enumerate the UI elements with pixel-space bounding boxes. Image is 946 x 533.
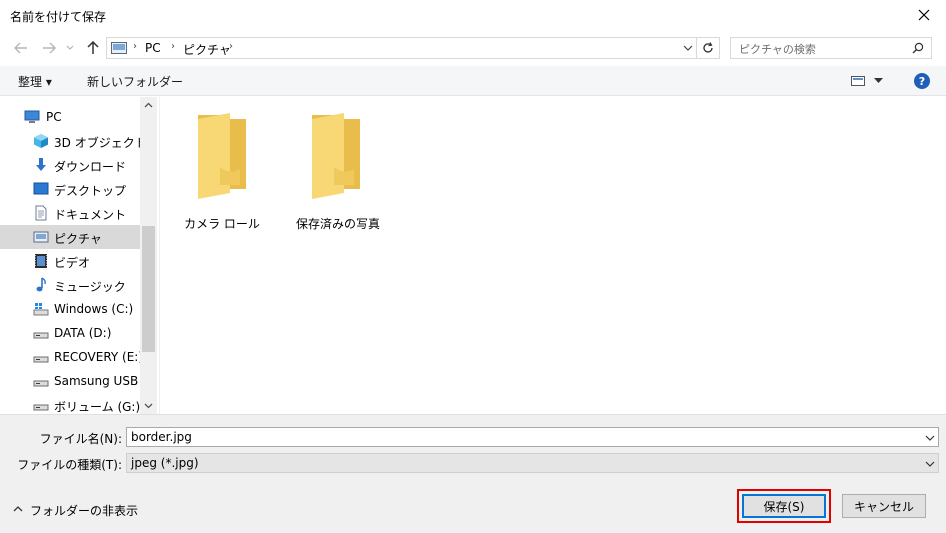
pictures-icon	[111, 42, 127, 54]
back-button[interactable]	[10, 38, 32, 58]
nav-item-music[interactable]: ミュージック	[0, 273, 140, 297]
nav-item-pictures[interactable]: ピクチャ	[0, 225, 140, 249]
chevron-down-icon[interactable]	[144, 403, 153, 409]
up-button[interactable]	[82, 38, 104, 58]
search-input[interactable]: ピクチャの検索	[730, 37, 932, 59]
arrow-left-icon	[14, 42, 27, 54]
scrollbar-thumb[interactable]	[142, 226, 155, 352]
nav-item-label: ビデオ	[54, 256, 91, 270]
nav-item-label: 3D オブジェクト	[54, 136, 147, 150]
folder-icon	[198, 113, 246, 199]
nav-item-label: ダウンロード	[54, 160, 127, 174]
filetype-value: jpeg (*.jpg)	[131, 456, 199, 470]
computer-icon	[24, 110, 40, 123]
nav-item-documents[interactable]: ドキュメント	[0, 201, 140, 225]
nav-item-downloads[interactable]: ダウンロード	[0, 153, 140, 177]
nav-item-label: ドキュメント	[54, 208, 127, 222]
chevron-right-icon: ›	[171, 41, 175, 52]
nav-item-3d-objects[interactable]: 3D オブジェクト	[0, 129, 147, 153]
windows-drive-icon	[33, 303, 49, 316]
breadcrumb-pictures[interactable]: ピクチャ	[183, 41, 231, 58]
nav-item-label: DATA (D:)	[54, 326, 112, 340]
chevron-up-icon[interactable]	[144, 102, 153, 108]
drive-icon	[33, 356, 49, 363]
close-button[interactable]	[902, 0, 946, 30]
organize-button[interactable]: 整理 ▾	[18, 73, 52, 90]
3d-object-icon	[34, 134, 48, 148]
address-bar[interactable]: › PC › ピクチャ ›	[106, 37, 697, 59]
arrow-right-icon	[43, 42, 56, 54]
window-title: 名前を付けて保存	[10, 10, 107, 24]
folder-icon	[312, 113, 360, 199]
nav-item-label: RECOVERY (E:)	[54, 350, 144, 364]
chevron-up-icon	[13, 506, 23, 512]
document-icon	[35, 205, 47, 221]
nav-item-label: ピクチャ	[54, 232, 102, 246]
chevron-down-icon	[925, 461, 935, 467]
nav-item-recovery-drive[interactable]: RECOVERY (E:)	[0, 345, 144, 369]
chevron-right-icon: ›	[133, 41, 137, 52]
chevron-down-icon[interactable]	[924, 432, 936, 444]
navigation-pane: PC 3D オブジェクト ダウンロード デスクトップ ドキュメント ピクチャ ビ…	[0, 97, 158, 414]
folder-saved-pictures[interactable]: 保存済みの写真	[288, 109, 388, 231]
nav-item-label: Samsung USB (F	[54, 374, 154, 388]
pictures-icon	[33, 231, 49, 243]
nav-item-pc[interactable]: PC	[0, 105, 140, 129]
help-icon[interactable]: ?	[914, 73, 930, 89]
cancel-button[interactable]: キャンセル	[842, 494, 926, 518]
nav-item-volume-drive[interactable]: ボリューム (G:)	[0, 393, 140, 414]
nav-item-videos[interactable]: ビデオ	[0, 249, 140, 273]
nav-item-label: ボリューム (G:)	[54, 400, 141, 414]
drive-icon	[33, 332, 49, 339]
desktop-icon	[33, 182, 49, 195]
filename-value: border.jpg	[131, 430, 192, 444]
chevron-right-icon: ›	[229, 41, 233, 52]
hide-folders-toggle[interactable]: フォルダーの非表示	[10, 500, 140, 518]
nav-item-label: Windows (C:)	[54, 302, 134, 316]
view-icon	[851, 76, 865, 86]
video-icon	[35, 254, 47, 268]
chevron-down-icon	[66, 45, 74, 50]
title-bar: 名前を付けて保存	[0, 0, 946, 32]
breadcrumb-pc[interactable]: PC	[145, 41, 161, 55]
search-icon	[912, 42, 924, 54]
folder-camera-roll[interactable]: カメラ ロール	[172, 109, 272, 231]
folder-label: カメラ ロール	[184, 217, 260, 231]
music-icon	[36, 277, 46, 292]
nav-item-label: デスクトップ	[54, 184, 127, 198]
chevron-down-icon[interactable]	[683, 44, 693, 52]
drive-icon	[33, 380, 49, 387]
refresh-button[interactable]	[697, 37, 720, 59]
close-icon	[918, 9, 930, 21]
nav-item-data-drive[interactable]: DATA (D:)	[0, 321, 140, 345]
folder-label: 保存済みの写真	[295, 217, 380, 231]
recent-locations-button[interactable]	[62, 38, 78, 58]
nav-item-label: ミュージック	[54, 280, 126, 294]
new-folder-button[interactable]: 新しいフォルダー	[87, 73, 183, 90]
nav-item-windows-drive[interactable]: Windows (C:)	[0, 297, 140, 321]
filetype-label: ファイルの種類(T):	[17, 458, 122, 472]
arrow-up-icon	[87, 41, 99, 54]
filetype-select[interactable]: jpeg (*.jpg)	[126, 453, 939, 473]
filename-input[interactable]: border.jpg	[126, 427, 939, 447]
forward-button[interactable]	[38, 38, 60, 58]
filename-label: ファイル名(N):	[39, 432, 122, 446]
search-placeholder: ピクチャの検索	[739, 43, 816, 56]
save-button[interactable]: 保存(S)	[742, 494, 826, 518]
refresh-icon	[703, 42, 713, 53]
download-icon	[36, 158, 46, 171]
view-options-button[interactable]	[850, 74, 886, 88]
nav-item-usb-drive[interactable]: Samsung USB (F	[0, 369, 154, 393]
caret-down-icon	[874, 78, 883, 83]
file-list: カメラ ロール 保存済みの写真	[159, 97, 946, 414]
drive-icon	[33, 404, 49, 411]
hide-folders-label: フォルダーの非表示	[30, 504, 139, 518]
nav-item-label: PC	[46, 110, 62, 124]
nav-item-desktop[interactable]: デスクトップ	[0, 177, 140, 201]
command-toolbar: 整理 ▾ 新しいフォルダー ?	[0, 66, 946, 96]
